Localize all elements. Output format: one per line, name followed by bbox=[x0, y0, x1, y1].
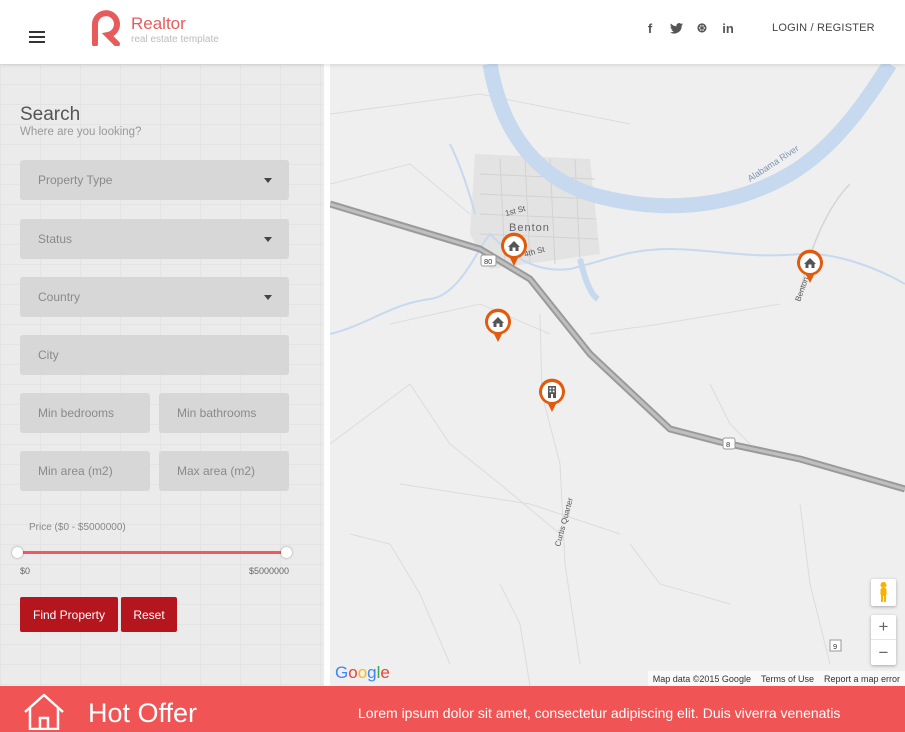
hot-offer-bar: Hot Offer Lorem ipsum dolor sit amet, co… bbox=[0, 686, 905, 732]
caret-down-icon bbox=[264, 178, 272, 183]
country-select[interactable]: Country bbox=[20, 277, 289, 317]
map-data-attribution: Map data ©2015 Google bbox=[652, 673, 751, 684]
min-bedrooms-input[interactable]: Min bedrooms bbox=[20, 393, 150, 433]
caret-down-icon bbox=[264, 295, 272, 300]
price-range-track[interactable] bbox=[18, 551, 288, 554]
property-pin-house-icon[interactable] bbox=[483, 307, 513, 343]
price-max-value: $5000000 bbox=[248, 566, 289, 576]
min-bedrooms-placeholder: Min bedrooms bbox=[38, 406, 115, 420]
zoom-controls: + − bbox=[871, 615, 896, 665]
price-range-label: Price ($0 - $5000000) bbox=[29, 522, 126, 533]
twitter-icon[interactable] bbox=[663, 19, 689, 37]
highway-9-shield: 9 bbox=[829, 639, 842, 652]
brand-tagline: real estate template bbox=[131, 34, 219, 45]
header: Realtor real estate template f ⊛ in LOGI… bbox=[0, 0, 905, 64]
reset-button[interactable]: Reset bbox=[121, 597, 177, 632]
zoom-in-button[interactable]: + bbox=[871, 615, 896, 640]
property-pin-house-icon[interactable] bbox=[795, 248, 825, 284]
map-canvas[interactable]: Benton 1st St 4th St Alabama River Bento… bbox=[330, 64, 905, 686]
report-map-error-link[interactable]: Report a map error bbox=[824, 674, 900, 684]
min-area-placeholder: Min area (m2) bbox=[38, 464, 113, 478]
property-type-label: Property Type bbox=[38, 173, 113, 187]
linkedin-icon[interactable]: in bbox=[715, 19, 741, 37]
property-pin-house-icon[interactable] bbox=[499, 231, 529, 267]
min-area-input[interactable]: Min area (m2) bbox=[20, 451, 150, 491]
country-label: Country bbox=[38, 290, 81, 304]
min-bathrooms-placeholder: Min bathrooms bbox=[177, 406, 257, 420]
menu-icon[interactable] bbox=[29, 31, 45, 43]
highway-8-shield: 8 bbox=[722, 437, 736, 450]
hot-offer-text[interactable]: Lorem ipsum dolor sit amet, consectetur … bbox=[358, 705, 840, 721]
zoom-out-button[interactable]: − bbox=[871, 640, 896, 665]
svg-text:80: 80 bbox=[484, 257, 492, 266]
find-property-button[interactable]: Find Property bbox=[20, 597, 118, 632]
map-view[interactable]: Benton 1st St 4th St Alabama River Bento… bbox=[330, 64, 905, 686]
city-input[interactable]: City bbox=[20, 335, 289, 375]
facebook-icon[interactable]: f bbox=[637, 19, 663, 37]
home-icon bbox=[24, 693, 64, 730]
property-pin-building-icon[interactable] bbox=[537, 377, 567, 413]
price-max-handle[interactable] bbox=[281, 547, 292, 558]
login-register-link[interactable]: LOGIN / REGISTER bbox=[772, 22, 875, 34]
search-title: Search bbox=[20, 104, 81, 125]
terms-of-use-link[interactable]: Terms of Use bbox=[761, 674, 814, 684]
highway-80-shield: 80 bbox=[480, 254, 497, 267]
dribbble-icon[interactable]: ⊛ bbox=[689, 19, 715, 37]
property-type-select[interactable]: Property Type bbox=[20, 160, 289, 200]
svg-text:8: 8 bbox=[726, 440, 730, 449]
hot-offer-title: Hot Offer bbox=[88, 698, 198, 728]
max-area-placeholder: Max area (m2) bbox=[177, 464, 256, 478]
brand-name[interactable]: Realtor bbox=[131, 14, 186, 34]
svg-text:9: 9 bbox=[833, 642, 837, 651]
search-sidebar: Search Where are you looking? Property T… bbox=[0, 64, 324, 686]
google-logo[interactable]: Google bbox=[335, 663, 390, 683]
street-view-pegman-icon[interactable] bbox=[871, 579, 896, 606]
price-min-handle[interactable] bbox=[12, 547, 23, 558]
status-label: Status bbox=[38, 232, 73, 246]
status-select[interactable]: Status bbox=[20, 219, 289, 259]
social-links: f ⊛ in bbox=[637, 19, 741, 37]
caret-down-icon bbox=[264, 237, 272, 242]
price-min-value: $0 bbox=[20, 566, 31, 576]
min-bathrooms-input[interactable]: Min bathrooms bbox=[159, 393, 289, 433]
map-attribution: Map data ©2015 Google Terms of Use Repor… bbox=[647, 671, 905, 686]
realtor-logo-icon[interactable] bbox=[90, 10, 124, 46]
search-subtitle: Where are you looking? bbox=[20, 126, 142, 138]
city-placeholder: City bbox=[38, 348, 59, 362]
max-area-input[interactable]: Max area (m2) bbox=[159, 451, 289, 491]
